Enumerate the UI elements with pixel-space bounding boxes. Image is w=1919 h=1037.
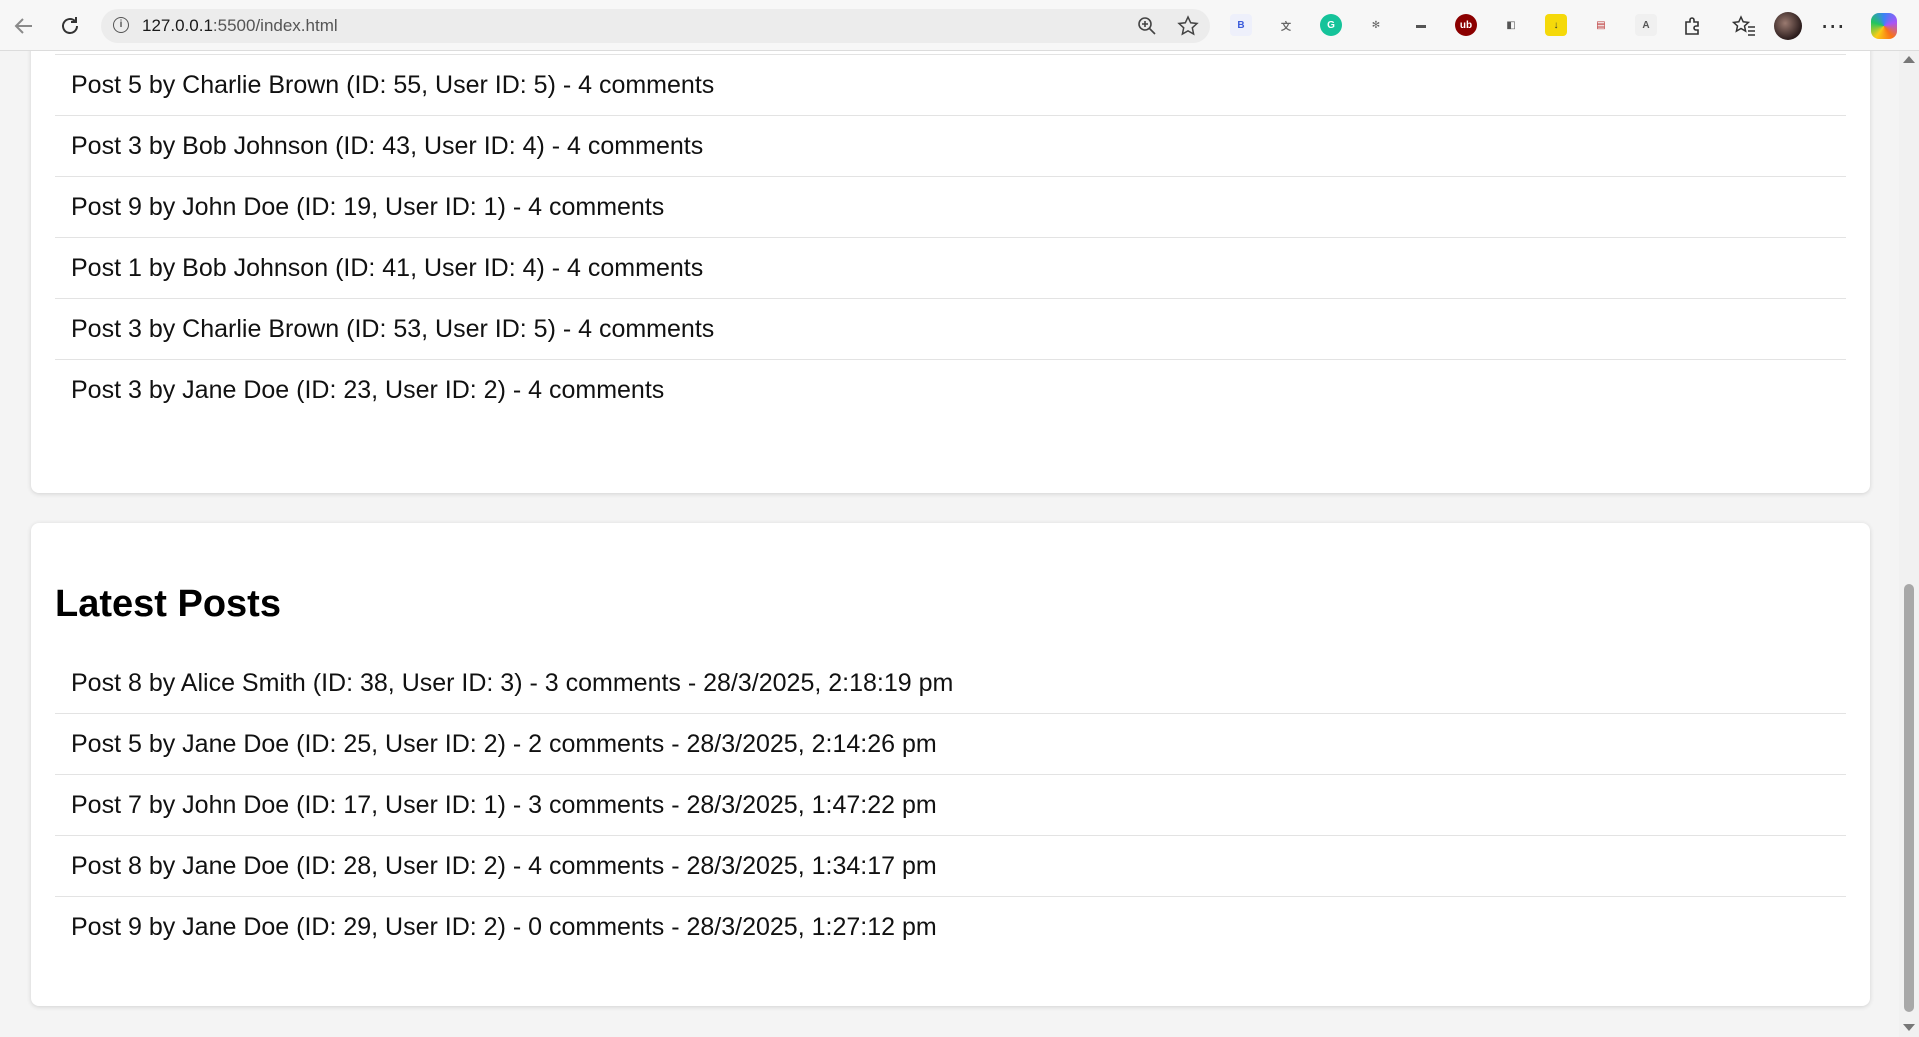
list-item: Post 3 by Charlie Brown (ID: 53, User ID… xyxy=(55,299,1846,360)
vertical-scrollbar[interactable] xyxy=(1899,51,1919,1037)
screenshot-extension-icon[interactable]: ◧ xyxy=(1500,14,1522,36)
list-item: Post 5 by Charlie Brown (ID: 55, User ID… xyxy=(55,55,1846,116)
favorite-star-icon[interactable] xyxy=(1176,14,1200,38)
latest-posts-card: Latest Posts Post 8 by Alice Smith (ID: … xyxy=(31,523,1870,1006)
chatgpt-icon-glyph: ✻ xyxy=(1371,19,1381,31)
grammarly-icon-glyph: G xyxy=(1327,19,1335,31)
list-item: Post 8 by Jane Doe (ID: 28, User ID: 2) … xyxy=(55,836,1846,897)
ublock-icon[interactable]: ub xyxy=(1455,14,1477,36)
browser-toolbar: i 127.0.0.1:5500/index.html B 文 G ✻ ▬ ub ◧ ↓ ▤ A … xyxy=(0,0,1919,51)
list-item: Post 5 by Jane Doe (ID: 25, User ID: 2) … xyxy=(55,714,1846,775)
translate-extension-icon[interactable]: 文 xyxy=(1275,14,1297,36)
b-extension-icon-glyph: B xyxy=(1237,19,1245,31)
tab-manager-icon-glyph: ▬ xyxy=(1416,19,1426,31)
grammarly-icon[interactable]: G xyxy=(1320,14,1342,36)
text-extension-icon-glyph: A xyxy=(1642,19,1650,31)
scroll-up-arrow-icon[interactable] xyxy=(1903,56,1915,63)
list-item: Post 3 by Bob Johnson (ID: 43, User ID: … xyxy=(55,116,1846,177)
url-path: :5500/index.html xyxy=(212,16,338,35)
list-item: Post 1 by Bob Johnson (ID: 41, User ID: … xyxy=(55,238,1846,299)
extensions-puzzle-icon[interactable] xyxy=(1677,10,1709,42)
download-extension-icon[interactable]: ↓ xyxy=(1545,14,1567,36)
list-item: Post 9 by Jane Doe (ID: 29, User ID: 2) … xyxy=(71,913,937,941)
back-arrow-icon[interactable] xyxy=(8,10,40,42)
download-extension-icon-glyph: ↓ xyxy=(1553,19,1559,31)
chatgpt-icon[interactable]: ✻ xyxy=(1365,14,1387,36)
zoom-icon[interactable] xyxy=(1135,14,1159,38)
scroll-thumb[interactable] xyxy=(1904,584,1914,1012)
site-info-icon[interactable]: i xyxy=(113,17,129,33)
more-options-icon[interactable]: ⋯ xyxy=(1817,10,1849,42)
address-bar[interactable]: i 127.0.0.1:5500/index.html xyxy=(101,9,1210,43)
latest-posts-title: Latest Posts xyxy=(55,583,281,625)
list-item: Post 3 by Jane Doe (ID: 23, User ID: 2) … xyxy=(71,376,665,404)
refresh-icon[interactable] xyxy=(54,10,86,42)
reader-extension-icon[interactable]: ▤ xyxy=(1590,14,1612,36)
b-extension-icon[interactable]: B xyxy=(1230,14,1252,36)
translate-extension-icon-glyph: 文 xyxy=(1281,21,1291,33)
copilot-icon[interactable] xyxy=(1868,10,1900,42)
favorites-icon[interactable] xyxy=(1728,10,1760,42)
list-item: Post 8 by Alice Smith (ID: 38, User ID: … xyxy=(55,653,1846,714)
url-text[interactable]: 127.0.0.1:5500/index.html xyxy=(142,16,338,36)
tab-manager-icon[interactable]: ▬ xyxy=(1410,14,1432,36)
text-extension-icon[interactable]: A xyxy=(1635,14,1657,36)
scroll-down-arrow-icon[interactable] xyxy=(1903,1024,1915,1031)
list-item: Post 7 by John Doe (ID: 17, User ID: 1) … xyxy=(55,775,1846,836)
top-posts-card: Post 4 by Alice Smith (ID: 34, User ID: … xyxy=(31,51,1870,493)
ublock-icon-glyph: ub xyxy=(1459,19,1473,31)
list-item: Post 9 by John Doe (ID: 19, User ID: 1) … xyxy=(55,177,1846,238)
profile-avatar[interactable] xyxy=(1772,10,1804,42)
page-content: Post 4 by Alice Smith (ID: 34, User ID: … xyxy=(0,51,1899,1037)
reader-extension-icon-glyph: ▤ xyxy=(1596,19,1606,31)
url-host: 127.0.0.1 xyxy=(142,16,213,35)
screenshot-extension-icon-glyph: ◧ xyxy=(1506,19,1516,31)
